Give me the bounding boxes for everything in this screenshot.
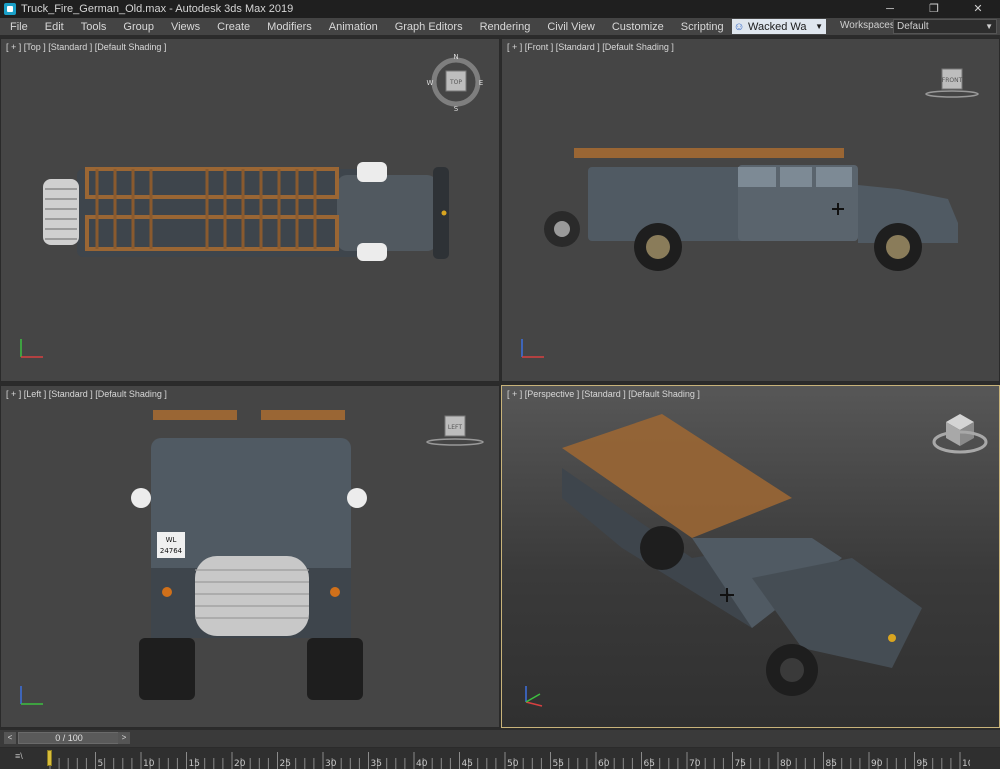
minimize-button[interactable]: ─ — [868, 0, 912, 18]
ruler-tick-label: 50 — [507, 759, 519, 769]
ruler-tick-label: 75 — [735, 759, 746, 769]
viewport-front[interactable]: [ + ] [Front ] [Standard ] [Default Shad… — [501, 38, 1000, 382]
time-slider-thumb[interactable]: 0 / 100 — [18, 732, 120, 744]
chevron-down-icon: ▼ — [985, 22, 993, 31]
time-prev-button[interactable]: < — [4, 732, 16, 744]
menu-tools[interactable]: Tools — [73, 21, 116, 33]
track-bar-menu-icon[interactable]: ≡\ — [15, 751, 23, 761]
menu-civil-view[interactable]: Civil View — [539, 21, 603, 33]
user-account-dropdown[interactable]: ☺ Wacked Wa ▼ — [732, 19, 826, 34]
menu-scripting[interactable]: Scripting — [673, 21, 733, 33]
track-bar-ruler[interactable]: 5 10 15 20 25 30 35 40 45 50 55 60 65 70 75 80 85 90 95 100 — [48, 748, 970, 769]
viewcube-label: FRONT — [942, 77, 963, 84]
menu-group[interactable]: Group — [115, 21, 163, 33]
compass-west: W — [427, 79, 434, 87]
license-plate-line1: WL — [166, 536, 177, 544]
ruler-tick-label: 55 — [553, 759, 564, 769]
track-bar[interactable]: ≡\ 5 10 15 20 25 30 35 40 45 50 55 60 65 70 75 80 85 90 95… — [0, 748, 1000, 769]
truck-front-model[interactable] — [538, 143, 968, 279]
close-button[interactable]: ✕ — [956, 0, 1000, 18]
viewcube-label: LEFT — [448, 424, 462, 431]
ruler-tick-label: 5 — [98, 759, 104, 769]
viewport-label[interactable]: [ + ] [Top ] [Standard ] [Default Shadin… — [6, 42, 166, 52]
viewcube[interactable]: FRONT — [920, 65, 980, 101]
ruler-tick-label: 100 — [962, 759, 970, 769]
ruler-tick-label: 65 — [644, 759, 655, 769]
ruler-tick-label: 30 — [325, 759, 337, 769]
viewcube[interactable]: LEFT — [421, 412, 485, 448]
truck-top-model[interactable] — [37, 157, 467, 267]
menu-modifiers[interactable]: Modifiers — [259, 21, 321, 33]
axis-tripod — [20, 686, 43, 705]
window-title: Truck_Fire_German_Old.max - Autodesk 3ds… — [21, 3, 294, 15]
ruler-tick-label: 35 — [371, 759, 382, 769]
compass-north: N — [453, 53, 458, 61]
ruler-tick-label: 25 — [280, 759, 291, 769]
viewport-left[interactable]: [ + ] [Left ] [Standard ] [Default Shadi… — [0, 385, 500, 728]
menu-create[interactable]: Create — [209, 21, 259, 33]
ruler-tick-label: 15 — [189, 759, 200, 769]
menu-bar: File Edit Tools Group Views Create Modif… — [0, 18, 1000, 35]
user-name: Wacked Wa — [748, 20, 807, 33]
ruler-tick-label: 40 — [416, 759, 428, 769]
chevron-down-icon: ▼ — [815, 22, 823, 31]
time-next-button[interactable]: > — [118, 732, 130, 744]
ruler-tick-label: 80 — [780, 759, 792, 769]
truck-perspective-model[interactable] — [552, 408, 942, 708]
axis-tripod — [20, 339, 43, 358]
workspace-value: Default — [897, 21, 929, 32]
window-controls: ─ ❐ ✕ — [868, 0, 1000, 18]
current-frame-marker[interactable] — [47, 750, 52, 766]
menu-graph-editors[interactable]: Graph Editors — [387, 21, 472, 33]
workspaces-select[interactable]: Default ▼ — [893, 19, 997, 34]
menu-rendering[interactable]: Rendering — [472, 21, 540, 33]
menu-customize[interactable]: Customize — [604, 21, 673, 33]
viewport-top[interactable]: [ + ] [Top ] [Standard ] [Default Shadin… — [0, 38, 500, 382]
restore-button[interactable]: ❐ — [912, 0, 956, 18]
ruler-tick-label: 90 — [871, 759, 883, 769]
menu-views[interactable]: Views — [163, 21, 209, 33]
menu-file[interactable]: File — [0, 21, 37, 33]
viewcube-compass[interactable]: TOP N E S W — [425, 51, 487, 113]
license-plate-line2: 24764 — [160, 547, 183, 555]
ruler-tick-label: 95 — [917, 759, 928, 769]
viewport-perspective[interactable]: [ + ] [Perspective ] [Standard ] [Defaul… — [501, 385, 1000, 728]
ruler-tick-label: 45 — [462, 759, 473, 769]
ruler-tick-label: 85 — [826, 759, 837, 769]
axis-tripod — [521, 339, 544, 358]
app-logo-icon — [4, 3, 16, 15]
ruler-tick-label: 20 — [234, 759, 246, 769]
title-bar: Truck_Fire_German_Old.max - Autodesk 3ds… — [0, 0, 1000, 18]
workspaces-label: Workspaces: — [840, 20, 898, 31]
menu-animation[interactable]: Animation — [321, 21, 387, 33]
ruler-tick-label: 10 — [143, 759, 155, 769]
compass-east: E — [479, 79, 483, 87]
viewport-label[interactable]: [ + ] [Perspective ] [Standard ] [Defaul… — [507, 389, 700, 399]
compass-south: S — [454, 105, 459, 113]
ruler-tick-label: 60 — [598, 759, 610, 769]
axis-tripod — [525, 686, 543, 707]
time-slider: < 0 / 100 > — [0, 730, 1000, 747]
menu-edit[interactable]: Edit — [37, 21, 73, 33]
viewport-label[interactable]: [ + ] [Front ] [Standard ] [Default Shad… — [507, 42, 674, 52]
truck-left-model[interactable]: WL 24764 — [131, 408, 371, 708]
user-icon: ☺ — [733, 20, 745, 33]
viewport-label[interactable]: [ + ] [Left ] [Standard ] [Default Shadi… — [6, 389, 167, 399]
ruler-tick-label: 70 — [689, 759, 701, 769]
viewcube-label: TOP — [449, 79, 462, 86]
